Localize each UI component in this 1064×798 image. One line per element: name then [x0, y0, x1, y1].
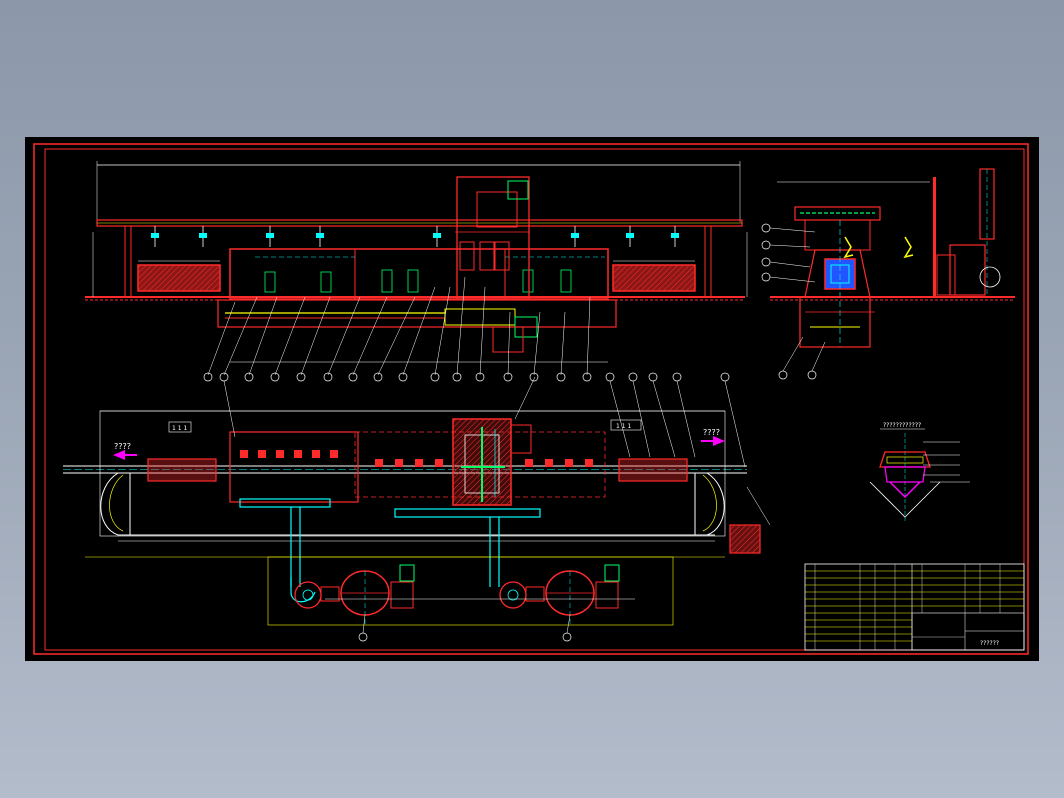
plan-left-load-zone: [147, 458, 217, 482]
extractor-unit-2: [499, 564, 620, 627]
extractor-unit-1: [290, 564, 415, 627]
box-left-label: 1 1 1: [172, 425, 187, 432]
dust-extractor-units: [85, 556, 725, 642]
box-right-label: 1 1 1: [616, 423, 631, 430]
flow-arrow-left: [113, 450, 125, 460]
inner-frame: [44, 148, 1025, 651]
flow-arrow-right: [713, 436, 725, 446]
left-turnaround-loop: [100, 472, 131, 536]
arrow-left-label: ????: [114, 442, 131, 451]
cad-drawing: ???? ???? 1 1 1 1 1 1 ???????????? ?????…: [33, 143, 1029, 655]
detail-heading: ????????????: [883, 422, 921, 429]
nozzle-detail-view: ????????????: [869, 422, 970, 522]
side-section-view: [761, 168, 1015, 380]
plan-right-load-zone: [618, 458, 688, 482]
arrow-right-label: ????: [703, 428, 720, 437]
blast-chamber-housing: [229, 248, 609, 300]
plan-view: ???? ???? 1 1 1 1 1 1: [63, 376, 771, 587]
title-block: ??????: [804, 563, 1025, 651]
front-elevation-view: [85, 161, 748, 382]
central-tower: [456, 176, 530, 300]
title-block-label: ??????: [980, 640, 999, 647]
drawing-sheet: ???? ???? 1 1 1 1 1 1 ???????????? ?????…: [25, 137, 1039, 661]
